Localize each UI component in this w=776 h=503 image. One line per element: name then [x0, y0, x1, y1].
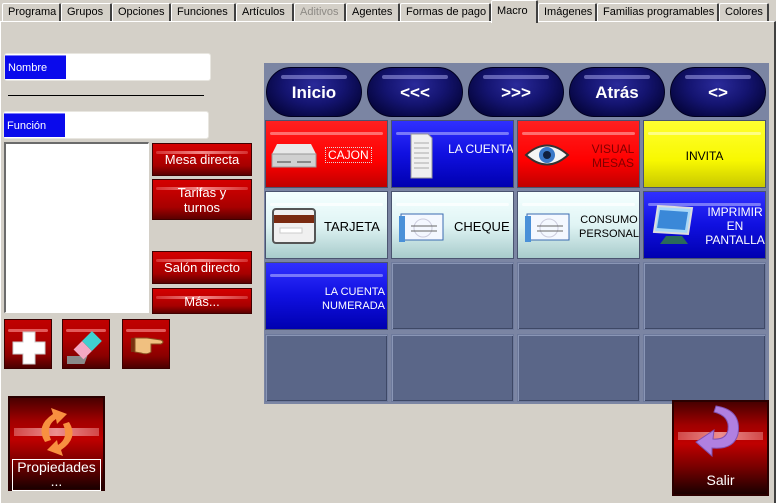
credit-card-icon — [272, 208, 316, 244]
tab-agentes[interactable]: Agentes — [346, 3, 400, 22]
monitor-icon — [652, 204, 694, 244]
salir-label: Salir — [706, 472, 735, 488]
divider — [8, 95, 204, 96]
tab-articulos[interactable]: Artículos — [236, 3, 294, 22]
macro-empty-slot[interactable] — [391, 262, 514, 330]
macro-tarjeta-label: TARJETA — [324, 219, 380, 234]
pointing-hand-icon — [131, 337, 164, 355]
inicio-label: Inicio — [291, 83, 337, 102]
macro-empty-slot[interactable] — [517, 262, 640, 330]
refresh-icon — [41, 408, 73, 456]
cheque-icon — [399, 213, 444, 242]
toggle-button[interactable]: <> — [670, 67, 766, 117]
plus-icon — [12, 331, 46, 365]
macro-grid-area: Inicio <<< >>> Atrás <> CAJON LA CUENTA … — [264, 63, 769, 404]
salir-button[interactable]: Salir — [672, 400, 769, 496]
funcion-label: Función — [4, 113, 65, 137]
macro-empty-slot[interactable] — [517, 334, 640, 402]
macro-consumo-personal-label: CONSUMO PERSONAL — [579, 214, 639, 240]
macro-empty-slot[interactable] — [643, 334, 766, 402]
macro-empty-slot[interactable] — [643, 262, 766, 330]
toggle-label: <> — [708, 83, 728, 102]
salon-directo-label: Salón directo — [164, 260, 240, 275]
tab-formas-de-pago[interactable]: Formas de pago — [400, 3, 491, 22]
funcion-field[interactable]: Función — [3, 111, 209, 139]
tarifas-turnos-label: Tarifas y turnos — [177, 184, 227, 215]
next-page-label: >>> — [501, 83, 531, 102]
prev-page-label: <<< — [400, 83, 430, 102]
eye-icon — [524, 144, 570, 166]
point-button[interactable] — [122, 319, 170, 369]
tab-funciones[interactable]: Funciones — [171, 3, 236, 22]
macro-empty-slot[interactable] — [265, 334, 388, 402]
tab-colores[interactable]: Colores — [719, 3, 769, 22]
macro-visual-mesas-button[interactable]: VISUAL MESAS — [517, 120, 640, 188]
nombre-input[interactable] — [69, 56, 208, 78]
macro-la-cuenta-button[interactable]: LA CUENTA — [391, 120, 514, 188]
mas-label: Más... — [184, 293, 220, 309]
macro-cajon-label: CAJON — [325, 147, 372, 163]
macro-empty-slot[interactable] — [391, 334, 514, 402]
inicio-button[interactable]: Inicio — [266, 67, 362, 117]
exit-arrow-icon — [695, 405, 740, 458]
nombre-label: Nombre — [5, 55, 66, 79]
funcion-input[interactable] — [68, 114, 206, 136]
prev-page-button[interactable]: <<< — [367, 67, 463, 117]
atras-button[interactable]: Atrás — [569, 67, 665, 117]
macro-tarjeta-button[interactable]: TARJETA — [265, 191, 388, 259]
tab-opciones[interactable]: Opciones — [112, 3, 171, 22]
propiedades-button[interactable]: Propiedades ... — [8, 396, 105, 491]
macro-cheque-label: CHEQUE — [454, 219, 510, 234]
mesa-directa-button[interactable]: Mesa directa — [152, 143, 252, 176]
macro-invita-label: INVITA — [685, 149, 724, 163]
cheque-icon — [525, 213, 570, 242]
tab-grupos[interactable]: Grupos — [61, 3, 112, 22]
macro-invita-button[interactable]: INVITA — [643, 120, 766, 188]
receipt-icon — [410, 133, 433, 179]
nombre-field[interactable]: Nombre — [4, 53, 211, 81]
macro-consumo-personal-button[interactable]: CONSUMO PERSONAL — [517, 191, 640, 259]
eraser-icon — [67, 331, 102, 364]
tab-familias-programables[interactable]: Familias programables — [597, 3, 719, 22]
erase-button[interactable] — [62, 319, 110, 369]
macro-la-cuenta-numerada-button[interactable]: LA CUENTA NUMERADA — [265, 262, 388, 330]
next-page-button[interactable]: >>> — [468, 67, 564, 117]
macro-visual-mesas-label: VISUAL MESAS — [591, 142, 635, 170]
mas-button[interactable]: Más... — [152, 288, 252, 314]
macro-cheque-button[interactable]: CHEQUE — [391, 191, 514, 259]
macro-imprimir-pantalla-button[interactable]: IMPRIMIR EN PANTALLA — [643, 191, 766, 259]
macro-imprimir-pantalla-label: IMPRIMIR EN PANTALLA — [705, 205, 765, 247]
tab-imagenes[interactable]: Imágenes — [538, 3, 597, 22]
tab-macro[interactable]: Macro — [491, 0, 538, 23]
tarifas-turnos-button[interactable]: Tarifas y turnos — [152, 179, 252, 220]
salon-directo-button[interactable]: Salón directo — [152, 251, 252, 284]
cash-drawer-icon — [271, 144, 317, 168]
macro-la-cuenta-label: LA CUENTA — [448, 142, 514, 156]
add-button[interactable] — [4, 319, 52, 369]
function-list[interactable] — [4, 142, 149, 313]
tab-programa[interactable]: Programa — [2, 3, 61, 22]
atras-label: Atrás — [595, 83, 639, 102]
propiedades-label: Propiedades ... — [12, 459, 101, 491]
tab-aditivos: Aditivos — [294, 3, 346, 22]
macro-la-cuenta-numerada-label: LA CUENTA NUMERADA — [322, 286, 385, 312]
tab-bar: Programa Grupos Opciones Funciones Artíc… — [0, 0, 776, 23]
mesa-directa-label: Mesa directa — [164, 152, 240, 167]
macro-cajon-button[interactable]: CAJON — [265, 120, 388, 188]
